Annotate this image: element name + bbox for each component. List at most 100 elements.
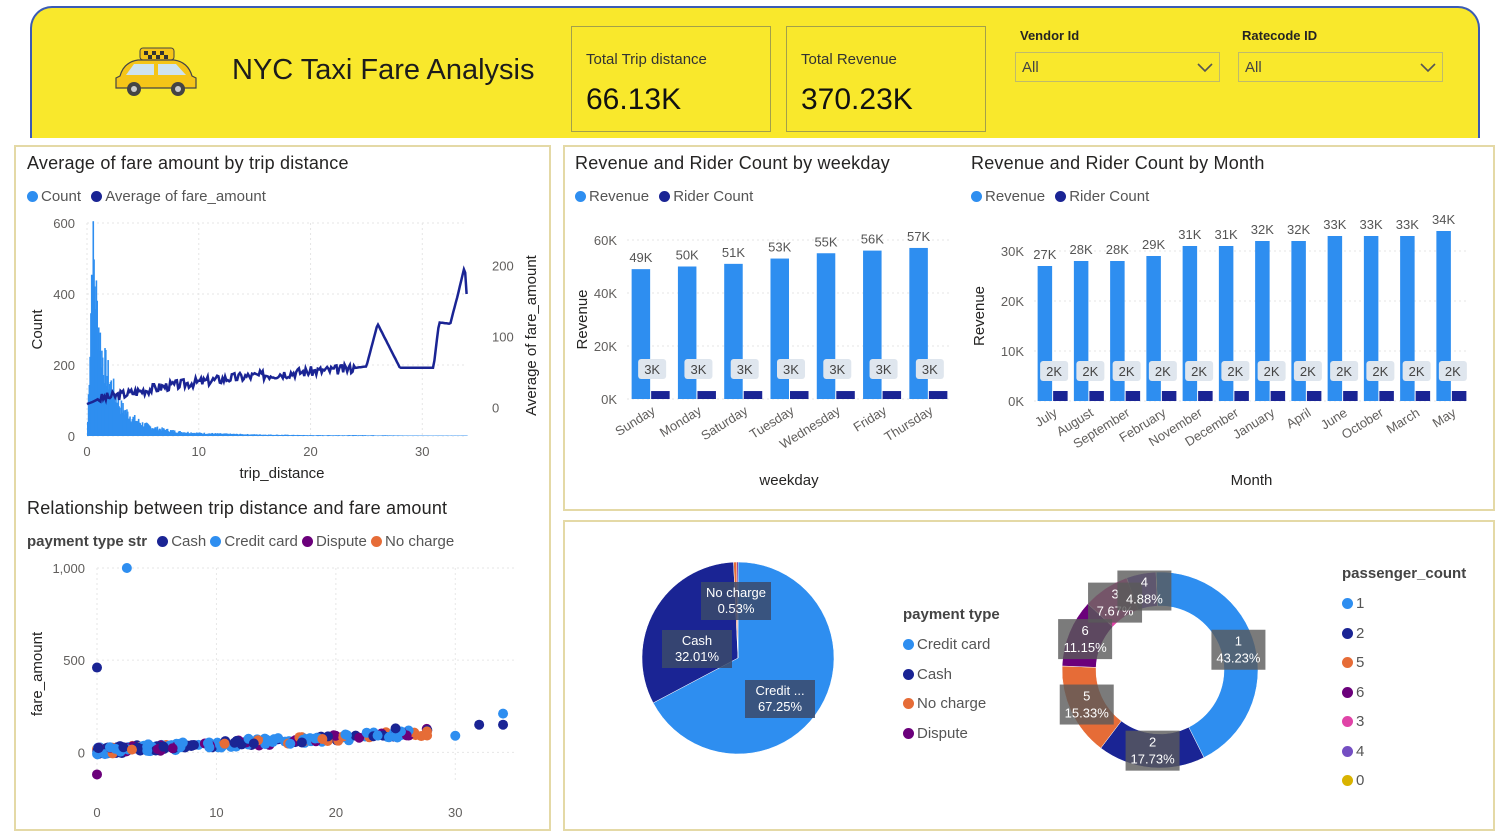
legend-item[interactable]: 1 [1342, 589, 1364, 619]
legend-item[interactable]: Rider Count [1055, 188, 1149, 205]
legend-item[interactable]: Cash [157, 533, 206, 550]
legend-item[interactable]: No charge [903, 689, 990, 719]
slicer-label: Ratecode ID [1242, 28, 1318, 43]
revenue-data-label: 34K [1432, 212, 1455, 227]
legend-dot [157, 536, 169, 547]
rider-count-data-label: 2K [1445, 364, 1461, 379]
scatter-point [219, 738, 230, 749]
legend-item[interactable]: Dispute [903, 719, 990, 749]
rider-count-bar [1053, 391, 1068, 401]
legend-item[interactable]: Dispute [301, 533, 367, 550]
app-title: NYC Taxi Fare Analysis [232, 54, 535, 86]
chart-title: Average of fare amount by trip distance [27, 153, 349, 173]
y-tick-label: 0K [1008, 394, 1024, 409]
legend-item[interactable]: 3 [1342, 707, 1364, 737]
avg-fare-line [86, 265, 468, 406]
passenger-count-legend: 1 2 5 6 3 4 0 [1342, 589, 1364, 796]
legend-item[interactable]: Cash [903, 660, 990, 690]
legend-label: Credit card [224, 533, 298, 550]
scatter-point [248, 738, 259, 749]
legend-dot [1342, 775, 1353, 786]
rider-count-bar [882, 391, 902, 399]
legend-label: Dispute [917, 724, 968, 742]
rider-count-data-label: 3K [922, 362, 938, 377]
revenue-data-label: 31K [1178, 227, 1201, 242]
legend-item[interactable]: Revenue [971, 188, 1045, 205]
y2-tick-label: 100 [492, 330, 514, 345]
legend-label: Revenue [985, 188, 1046, 205]
scatter-point [126, 744, 137, 755]
y-tick-label: 500 [63, 653, 85, 668]
x-tick-label: April [1283, 405, 1313, 432]
y-tick-label: 30K [1001, 244, 1024, 259]
revenue-data-label: 33K [1396, 217, 1419, 232]
legend-label: Cash [917, 665, 953, 683]
legend-title: payment type [903, 606, 1000, 623]
scatter-point [158, 741, 169, 752]
x-tick-label: Sunday [612, 403, 658, 439]
scatter-point [474, 719, 485, 730]
slice-pct-label: 67.25% [758, 699, 803, 714]
rider-count-data-label: 2K [1191, 364, 1207, 379]
x-tick-label: Monday [657, 403, 705, 440]
x-tick-label: 10 [192, 444, 206, 459]
legend-item[interactable]: 4 [1342, 737, 1364, 767]
revenue-by-weekday-chart: 0K 20K 40K 60K 49K 3K Sunday 50K 3K Monday 51K 3K Sa… [574, 229, 951, 489]
scatter-point [498, 708, 509, 719]
scatter-point [92, 662, 102, 673]
rider-count-data-label: 3K [737, 362, 753, 377]
x-tick-label: 0 [93, 805, 100, 820]
legend-item[interactable]: Rider Count [659, 188, 753, 205]
y-tick-label: 60K [594, 233, 617, 248]
rider-count-bar [1089, 391, 1104, 401]
y-tick-label: 400 [53, 287, 75, 302]
legend-label: 1 [1356, 595, 1365, 612]
legend-dot [1055, 191, 1067, 202]
ratecode-id-dropdown[interactable]: All [1238, 52, 1443, 82]
revenue-data-label: 50K [676, 248, 699, 263]
scatter-point [372, 730, 383, 741]
legend-dot [971, 191, 982, 202]
legend-item[interactable]: Revenue [575, 188, 649, 205]
y-tick-label: 0K [601, 392, 617, 407]
kpi-label: Total Trip distance [586, 51, 707, 68]
legend-item[interactable]: Count [27, 188, 81, 205]
kpi-value: 370.23K [801, 83, 913, 116]
scatter-point [296, 737, 307, 748]
legend-dot [1342, 716, 1353, 727]
legend-item[interactable]: 5 [1342, 648, 1364, 678]
rider-count-bar [743, 391, 763, 399]
rider-count-data-label: 3K [876, 362, 892, 377]
revenue-data-label: 27K [1033, 247, 1056, 262]
legend-item[interactable]: No charge [370, 533, 454, 550]
revenue-data-label: 32K [1251, 222, 1274, 237]
rider-count-bar [1234, 391, 1249, 401]
rider-count-bar [1161, 391, 1177, 401]
legend-dot [1342, 657, 1353, 668]
legend-item[interactable]: 2 [1342, 619, 1364, 649]
rider-count-bar [651, 391, 670, 399]
rider-count-data-label: 3K [829, 362, 845, 377]
revenue-data-label: 28K [1070, 242, 1093, 257]
scatter-point [186, 740, 197, 751]
scatter-point [229, 737, 240, 748]
slice-name-label: 2 [1149, 735, 1156, 750]
legend-item[interactable]: Credit card [210, 533, 298, 550]
scatter-point [167, 743, 178, 754]
legend-dot [1342, 598, 1353, 609]
y2-tick-label: 0 [492, 401, 499, 416]
scatter-point [317, 734, 328, 745]
legend-item[interactable]: Average of fare_amount [91, 188, 266, 205]
vendor-id-dropdown[interactable]: All [1015, 52, 1220, 82]
chart-title: Revenue and Rider Count by weekday [575, 153, 890, 173]
scatter-point [262, 735, 273, 746]
legend-item[interactable]: Credit card [903, 630, 990, 660]
chart-legend: Revenue Rider Count [971, 188, 1155, 205]
legend-dot [301, 536, 313, 547]
kpi-value: 66.13K [586, 83, 682, 116]
rider-count-bar [1198, 391, 1213, 401]
legend-item[interactable]: 0 [1342, 766, 1364, 796]
rider-count-bar [697, 391, 716, 399]
dropdown-value: All [1245, 59, 1262, 76]
legend-item[interactable]: 6 [1342, 678, 1364, 708]
